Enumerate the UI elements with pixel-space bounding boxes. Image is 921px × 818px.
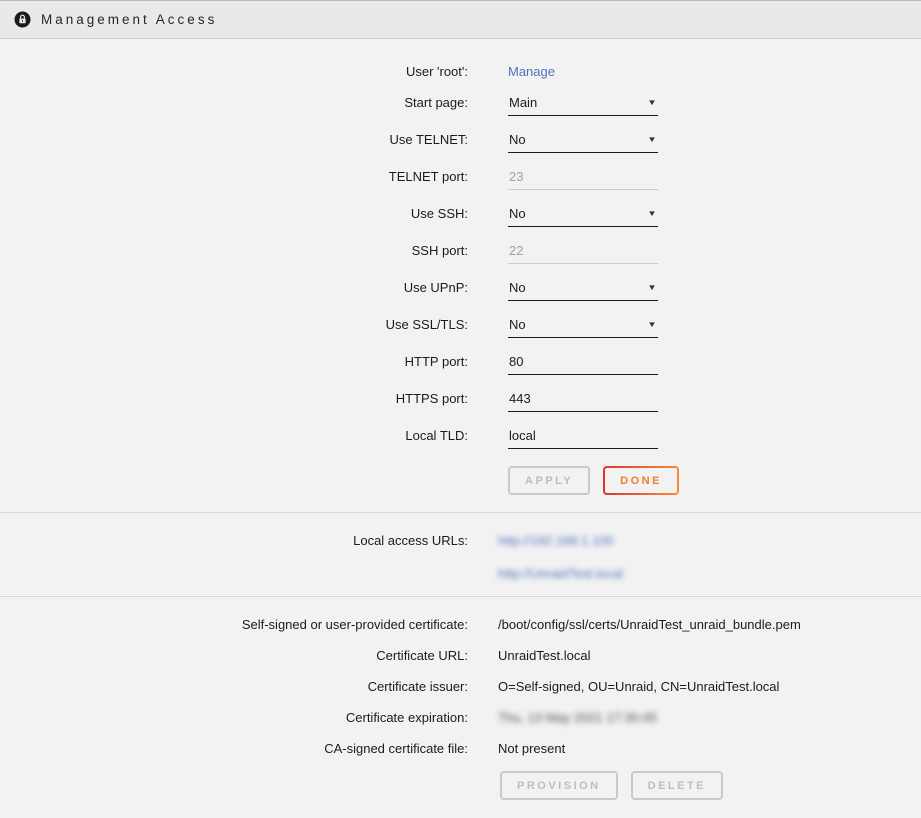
local-access-label: Local access URLs: [0, 530, 468, 548]
local-access-section: Local access URLs: http://192.168.1.100 … [0, 513, 921, 581]
certificate-expiration-label: Certificate expiration: [0, 707, 468, 725]
start-page-select[interactable]: Main ▼ [508, 92, 658, 116]
use-upnp-select[interactable]: No ▼ [508, 277, 658, 301]
row-use-telnet: Use TELNET: No ▼ [0, 129, 921, 153]
ssh-port-input [508, 240, 658, 264]
use-ssh-label: Use SSH: [0, 203, 468, 221]
certificate-url-value: UnraidTest.local [498, 645, 591, 663]
use-upnp-value: No [509, 280, 526, 295]
self-signed-cert-label: Self-signed or user-provided certificate… [0, 614, 468, 632]
use-ssl-label: Use SSL/TLS: [0, 314, 468, 332]
chevron-down-icon: ▼ [647, 209, 657, 218]
page-header: Management Access [0, 0, 921, 39]
row-http-port: HTTP port: [0, 351, 921, 375]
row-local-tld: Local TLD: [0, 425, 921, 449]
http-port-input[interactable] [508, 351, 658, 375]
row-self-signed-cert: Self-signed or user-provided certificate… [0, 614, 921, 632]
provision-button[interactable]: PROVISION [500, 771, 618, 800]
management-access-form: User 'root': Manage Start page: Main ▼ U… [0, 39, 921, 495]
row-use-ssl: Use SSL/TLS: No ▼ [0, 314, 921, 338]
local-tld-input[interactable] [508, 425, 658, 449]
use-telnet-label: Use TELNET: [0, 129, 468, 147]
row-start-page: Start page: Main ▼ [0, 92, 921, 116]
apply-button[interactable]: APPLY [508, 466, 590, 495]
row-user-root: User 'root': Manage [0, 61, 921, 79]
use-ssh-value: No [509, 206, 526, 221]
chevron-down-icon: ▼ [647, 283, 657, 292]
certificate-section: Self-signed or user-provided certificate… [0, 597, 921, 800]
page-title: Management Access [41, 12, 217, 27]
telnet-port-input [508, 166, 658, 190]
certificate-issuer-label: Certificate issuer: [0, 676, 468, 694]
start-page-value: Main [509, 95, 537, 110]
chevron-down-icon: ▼ [647, 135, 657, 144]
delete-button[interactable]: DELETE [631, 771, 723, 800]
row-certificate-expiration: Certificate expiration: Thu, 13 May 2021… [0, 707, 921, 725]
use-ssl-value: No [509, 317, 526, 332]
use-ssh-select[interactable]: No ▼ [508, 203, 658, 227]
row-ca-file: CA-signed certificate file: Not present [0, 738, 921, 756]
row-telnet-port: TELNET port: [0, 166, 921, 190]
form-buttons: APPLY DONE [508, 466, 921, 495]
row-local-url-1: Local access URLs: http://192.168.1.100 [0, 530, 921, 548]
https-port-label: HTTPS port: [0, 388, 468, 406]
use-ssl-select[interactable]: No ▼ [508, 314, 658, 338]
row-local-url-2: http://UnraidTest.local [0, 563, 921, 581]
chevron-down-icon: ▼ [647, 320, 657, 329]
http-port-label: HTTP port: [0, 351, 468, 369]
certificate-buttons: PROVISION DELETE [500, 771, 921, 800]
certificate-expiration-value: Thu, 13 May 2021 17:30:45 [498, 707, 657, 725]
row-https-port: HTTPS port: [0, 388, 921, 412]
chevron-down-icon: ▼ [647, 98, 657, 107]
ssh-port-label: SSH port: [0, 240, 468, 258]
lock-icon [14, 11, 31, 28]
local-tld-label: Local TLD: [0, 425, 468, 443]
ca-file-label: CA-signed certificate file: [0, 738, 468, 756]
manage-root-link[interactable]: Manage [508, 64, 555, 79]
telnet-port-label: TELNET port: [0, 166, 468, 184]
row-ssh-port: SSH port: [0, 240, 921, 264]
done-button[interactable]: DONE [603, 466, 679, 495]
self-signed-cert-value: /boot/config/ssl/certs/UnraidTest_unraid… [498, 614, 801, 632]
row-use-upnp: Use UPnP: No ▼ [0, 277, 921, 301]
row-certificate-issuer: Certificate issuer: O=Self-signed, OU=Un… [0, 676, 921, 694]
row-certificate-url: Certificate URL: UnraidTest.local [0, 645, 921, 663]
certificate-issuer-value: O=Self-signed, OU=Unraid, CN=UnraidTest.… [498, 676, 779, 694]
local-url-link[interactable]: http://192.168.1.100 [498, 533, 614, 548]
row-use-ssh: Use SSH: No ▼ [0, 203, 921, 227]
use-telnet-value: No [509, 132, 526, 147]
use-upnp-label: Use UPnP: [0, 277, 468, 295]
certificate-url-label: Certificate URL: [0, 645, 468, 663]
ca-file-value: Not present [498, 738, 565, 756]
start-page-label: Start page: [0, 92, 468, 110]
use-telnet-select[interactable]: No ▼ [508, 129, 658, 153]
local-url-link[interactable]: http://UnraidTest.local [498, 566, 623, 581]
user-root-label: User 'root': [0, 61, 468, 79]
https-port-input[interactable] [508, 388, 658, 412]
